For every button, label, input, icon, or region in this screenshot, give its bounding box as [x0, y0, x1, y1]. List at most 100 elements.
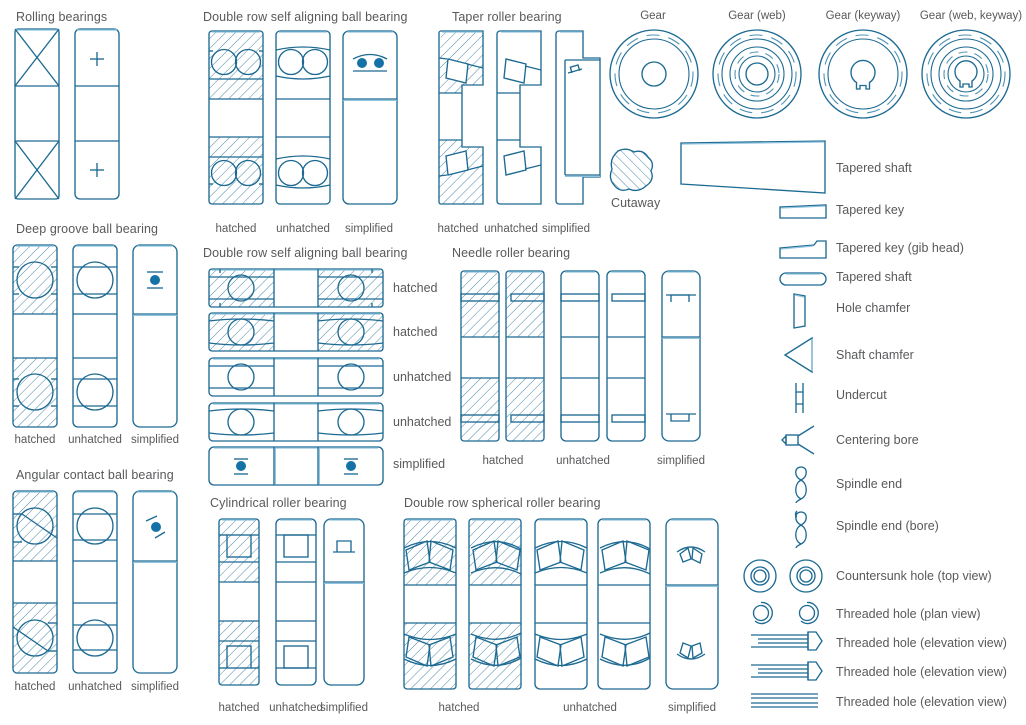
symbol-double-row-horizontal-hatched-1[interactable]	[208, 268, 384, 308]
symbol-gear[interactable]	[608, 28, 700, 120]
symbol-threaded-hole-elevation-a[interactable]	[750, 631, 826, 651]
symbol-spindle-end[interactable]	[790, 466, 812, 504]
variant-label-angular-hatched: hatched	[14, 681, 56, 693]
group-title-needle-roller: Needle roller bearing	[452, 246, 571, 260]
variant-label-drh-simplified: simplified	[393, 457, 446, 471]
list-label-undercut: Undercut	[836, 388, 887, 402]
symbol-needle-hatched-a[interactable]	[460, 270, 500, 442]
gear-label-web: Gear (web)	[728, 10, 786, 22]
symbol-needle-unhatched-a[interactable]	[560, 270, 600, 442]
symbol-deep-groove-hatched[interactable]	[12, 244, 58, 428]
group-title-cylindrical-roller: Cylindrical roller bearing	[210, 496, 347, 510]
symbol-double-row-vertical-hatched[interactable]	[208, 30, 264, 205]
list-label-hole-chamfer: Hole chamfer	[836, 301, 911, 315]
group-title-angular-contact: Angular contact ball bearing	[16, 468, 174, 482]
symbol-deep-groove-unhatched[interactable]	[72, 244, 118, 428]
group-title-deep-groove: Deep groove ball bearing	[16, 222, 159, 236]
symbol-taper-roller-unhatched[interactable]	[496, 30, 542, 205]
symbol-double-row-horizontal-hatched-2[interactable]	[208, 312, 384, 352]
variant-label-deep-groove-hatched: hatched	[14, 434, 56, 446]
symbol-spherical-hatched-b[interactable]	[468, 518, 522, 690]
symbol-tapered-key-gib-head[interactable]	[779, 240, 827, 260]
list-label-tapered-shaft-large: Tapered shaft	[836, 161, 912, 175]
variant-label-angular-simplified: simplified	[131, 681, 179, 693]
symbol-spherical-hatched-a[interactable]	[403, 518, 457, 690]
symbol-spherical-simplified[interactable]	[665, 518, 719, 690]
symbol-spindle-end-bore[interactable]	[790, 510, 812, 549]
symbol-taper-roller-hatched[interactable]	[438, 30, 484, 205]
variant-label-angular-unhatched: unhatched	[68, 681, 122, 693]
symbol-cutaway[interactable]	[608, 148, 656, 194]
symbol-double-row-vertical-unhatched[interactable]	[275, 30, 331, 205]
group-title-double-row-horizontal: Double row self aligning ball bearing	[203, 246, 408, 260]
symbol-needle-hatched-b[interactable]	[505, 270, 545, 442]
list-label-centering-bore: Centering bore	[836, 433, 919, 447]
cutaway-label: Cutaway	[611, 196, 661, 210]
symbol-taper-roller-simplified[interactable]	[555, 30, 601, 205]
variant-label-drh-hatched-2: hatched	[393, 325, 438, 339]
list-label-threaded-hole-elev-1: Threaded hole (elevation view)	[836, 636, 1007, 650]
variant-label-needle-unhatched: unhatched	[556, 455, 610, 467]
symbol-tapered-shaft-round[interactable]	[779, 272, 827, 286]
symbol-needle-simplified[interactable]	[661, 270, 701, 442]
variant-label-cyl-simplified: simplified	[320, 702, 368, 714]
symbol-angular-contact-unhatched[interactable]	[72, 490, 118, 674]
list-label-tapered-key-gib-head: Tapered key (gib head)	[836, 241, 964, 255]
symbol-needle-unhatched-b[interactable]	[606, 270, 646, 442]
symbol-shaft-chamfer[interactable]	[783, 336, 815, 374]
list-label-spindle-end: Spindle end	[836, 477, 903, 491]
variant-label-drv-unhatched: unhatched	[276, 223, 330, 235]
symbol-hole-chamfer[interactable]	[789, 293, 811, 329]
symbol-rolling-bearing-crossed[interactable]	[14, 28, 60, 200]
variant-label-drh-hatched-1: hatched	[393, 281, 438, 295]
symbol-centering-bore[interactable]	[780, 424, 816, 456]
variant-label-needle-simplified: simplified	[657, 455, 705, 467]
variant-label-needle-hatched: hatched	[482, 455, 524, 467]
symbol-cylindrical-simplified[interactable]	[323, 518, 365, 686]
symbol-threaded-hole-elevation-b[interactable]	[750, 661, 826, 681]
symbol-gear-keyway[interactable]	[817, 28, 909, 120]
gear-label-plain: Gear	[640, 10, 666, 22]
symbol-double-row-horizontal-simplified[interactable]	[208, 446, 384, 486]
symbol-threaded-hole-plan-b[interactable]	[795, 601, 819, 625]
symbol-threaded-hole-elevation-c[interactable]	[750, 692, 826, 710]
symbol-cylindrical-unhatched[interactable]	[275, 518, 317, 686]
gear-label-keyway: Gear (keyway)	[825, 10, 901, 22]
symbol-rolling-bearing-plus[interactable]	[74, 28, 120, 200]
symbol-gear-web-keyway[interactable]	[920, 28, 1012, 120]
symbol-countersunk-hole-a[interactable]	[742, 558, 778, 594]
symbol-cylindrical-hatched[interactable]	[218, 518, 260, 686]
list-label-spindle-end-bore: Spindle end (bore)	[836, 519, 939, 533]
variant-label-spherical-unhatched: unhatched	[563, 702, 617, 714]
symbol-deep-groove-simplified[interactable]	[132, 244, 178, 428]
list-label-threaded-hole-elev-2: Threaded hole (elevation view)	[836, 665, 1007, 679]
group-title-rolling-bearings: Rolling bearings	[16, 10, 108, 24]
symbol-double-row-horizontal-unhatched-1[interactable]	[208, 357, 384, 397]
symbol-undercut[interactable]	[791, 382, 811, 414]
symbol-threaded-hole-plan-a[interactable]	[749, 601, 773, 625]
symbol-spherical-unhatched-a[interactable]	[534, 518, 588, 690]
group-title-taper-roller: Taper roller bearing	[452, 10, 562, 24]
symbol-angular-contact-hatched[interactable]	[12, 490, 58, 674]
symbol-tapered-key[interactable]	[779, 204, 827, 220]
symbol-angular-contact-simplified[interactable]	[132, 490, 178, 674]
symbol-gear-web[interactable]	[711, 28, 803, 120]
gear-label-web-keyway: Gear (web, keyway)	[919, 10, 1023, 22]
symbol-countersunk-hole-b[interactable]	[788, 558, 824, 594]
variant-label-taper-simplified: simplified	[542, 223, 590, 235]
variant-label-spherical-simplified: simplified	[668, 702, 716, 714]
variant-label-deep-groove-simplified: simplified	[131, 434, 179, 446]
list-label-tapered-key: Tapered key	[836, 203, 905, 217]
variant-label-deep-groove-unhatched: unhatched	[68, 434, 122, 446]
variant-label-spherical-hatched: hatched	[438, 702, 480, 714]
symbol-spherical-unhatched-b[interactable]	[597, 518, 651, 690]
list-label-threaded-hole-plan: Threaded hole (plan view)	[836, 607, 981, 621]
variant-label-cyl-hatched: hatched	[218, 702, 260, 714]
list-label-threaded-hole-elev-3: Threaded hole (elevation view)	[836, 695, 1007, 709]
list-label-countersunk-hole: Countersunk hole (top view)	[836, 569, 992, 583]
group-title-spherical-roller: Double row spherical roller bearing	[404, 496, 601, 510]
symbol-tapered-shaft-large[interactable]	[680, 140, 826, 194]
variant-label-drh-unhatched-1: unhatched	[393, 370, 452, 384]
symbol-double-row-vertical-simplified[interactable]	[342, 30, 398, 205]
symbol-double-row-horizontal-unhatched-2[interactable]	[208, 402, 384, 442]
